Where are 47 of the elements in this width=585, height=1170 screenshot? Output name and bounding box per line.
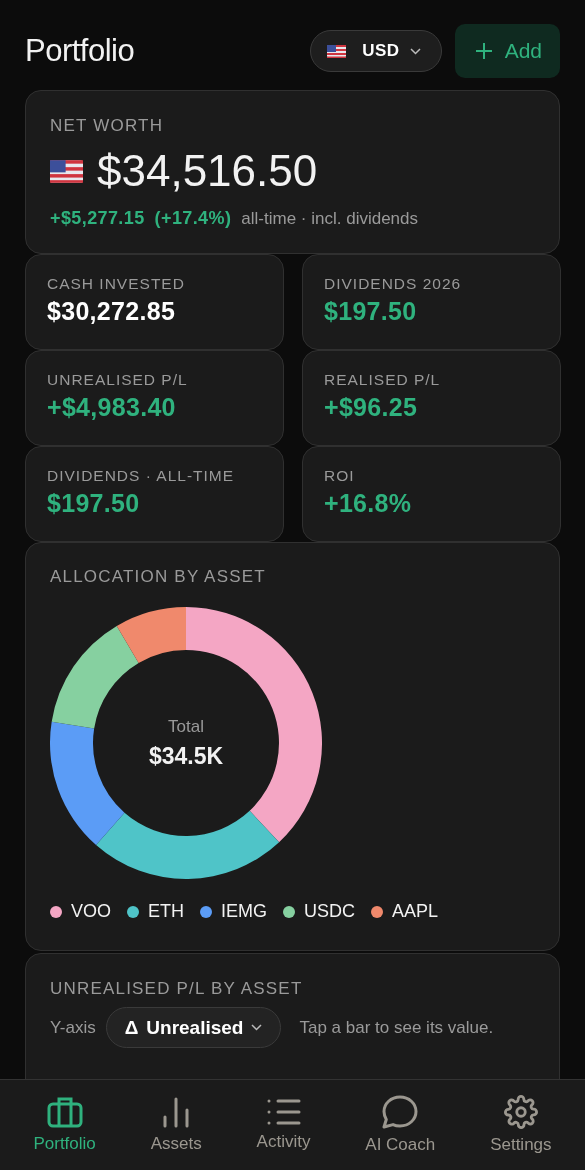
list-icon [266, 1098, 301, 1126]
nav-tab[interactable]: Settings [486, 1095, 556, 1155]
donut-center-value: $34.5K [148, 742, 224, 770]
flag-icon [50, 159, 83, 183]
donut-center-label: Total [168, 716, 204, 737]
card-title: UNREALISED P/L BY ASSET [50, 979, 304, 999]
chat-bubble-icon [382, 1095, 419, 1129]
chevron-down-icon [409, 47, 421, 55]
stat-value: +$96.25 [324, 393, 419, 422]
nav-tab[interactable]: Assets [146, 1096, 206, 1154]
hint-text: Tap a bar to see its value. [299, 1017, 494, 1038]
bar-chart-icon [162, 1096, 191, 1128]
flag-icon [327, 44, 347, 58]
nav-tab[interactable]: Portfolio [29, 1096, 100, 1154]
stat-value: $197.50 [324, 297, 418, 326]
stat-label: DIVIDENDS · ALL-TIME [47, 467, 236, 485]
add-button[interactable]: Add [454, 24, 560, 78]
change-note: all-time · incl. dividends [241, 209, 419, 229]
y-axis-selector[interactable]: Δ Unrealised [105, 1007, 282, 1048]
legend-label: ETH [148, 901, 184, 922]
axis-label: Y-axis [50, 1017, 96, 1038]
card-title: ALLOCATION BY ASSET [50, 567, 267, 587]
stat-label: UNREALISED P/L [47, 371, 189, 389]
net-worth-value: $34,516.50 [97, 146, 318, 196]
legend-label: AAPL [392, 901, 439, 922]
card-label: NET WORTH [50, 116, 165, 136]
stat-label: CASH INVESTED [47, 275, 186, 293]
plus-icon [474, 42, 493, 60]
stat-label: DIVIDENDS 2026 [324, 275, 463, 293]
stat-value: +$4,983.40 [47, 393, 177, 422]
page-title: Portfolio [25, 33, 135, 69]
stat-value: +16.8% [324, 489, 413, 518]
currency-selector[interactable]: USD [310, 30, 442, 72]
legend-label: USDC [304, 901, 356, 922]
stat-value: $30,272.85 [47, 297, 177, 326]
briefcase-icon [46, 1096, 83, 1128]
change-amount: +$5,277.15 [50, 208, 145, 229]
stat-label: REALISED P/L [324, 371, 442, 389]
change-percent: (+17.4%) [154, 208, 232, 229]
nav-tab[interactable]: Activity [252, 1098, 315, 1152]
stat-value: $197.50 [47, 489, 141, 518]
legend-label: IEMG [221, 901, 268, 922]
nav-tab[interactable]: AI Coach [361, 1095, 440, 1155]
chevron-down-icon [251, 1024, 263, 1031]
stat-label: ROI [324, 467, 356, 485]
settings-icon [503, 1095, 538, 1129]
legend-label: VOO [71, 901, 111, 922]
